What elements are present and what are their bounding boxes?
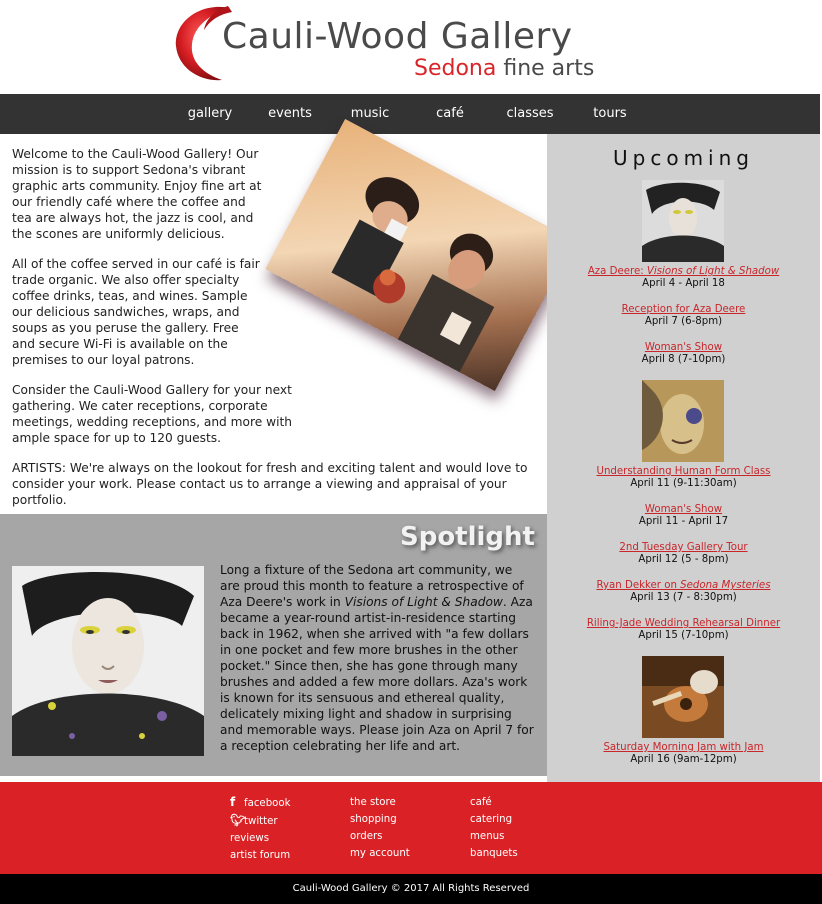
event-link-womans-show[interactable]: Woman's Show	[547, 342, 820, 354]
upcoming-sidebar: Upcoming Aza Deere: Visions of Light & S…	[547, 134, 820, 782]
nav-music[interactable]: music	[330, 106, 410, 121]
brand-subtitle: Sedona fine arts	[414, 56, 594, 81]
footer-link-store[interactable]: the store	[350, 794, 410, 811]
event-title-italic: Visions of Light & Shadow	[646, 266, 780, 277]
intro-paragraph-coffee: All of the coffee served in our café is …	[12, 257, 260, 367]
event-date: April 15 (7-10pm)	[638, 630, 729, 641]
event-title-part: Ryan Dekker on	[596, 580, 681, 591]
copyright-text: Cauli-Wood Gallery © 2017 All Rights Res…	[292, 883, 530, 894]
event-ryan-dekker: Ryan Dekker on Sedona Mysteries April 13…	[547, 580, 820, 604]
facebook-icon: f	[230, 795, 236, 809]
footer-link-catering[interactable]: catering	[470, 811, 518, 828]
event-date: April 16 (9am-12pm)	[630, 754, 737, 765]
event-date: April 4 - April 18	[642, 278, 725, 289]
site-footer: f facebook 🐦︎twitter reviews artist forum…	[0, 782, 822, 874]
event-title-italic: Sedona Mysteries	[680, 580, 771, 591]
twitter-icon: 🐦︎	[230, 813, 246, 827]
footer-link-label: twitter	[244, 816, 278, 827]
event-rehearsal-dinner: Riling-Jade Wedding Rehearsal Dinner Apr…	[547, 618, 820, 642]
footer-link-menus[interactable]: menus	[470, 828, 518, 845]
event-saturday-jam: Saturday Morning Jam with Jam April 16 (…	[547, 742, 820, 766]
event-aza-deere: Aza Deere: Visions of Light & Shadow Apr…	[547, 266, 820, 290]
spotlight-text-title: Visions of Light & Shadow	[344, 595, 503, 609]
event-title-part: Aza Deere:	[587, 266, 647, 277]
footer-link-reviews[interactable]: reviews	[230, 830, 291, 847]
intro-paragraph-welcome: Welcome to the Cauli-Wood Gallery! Our m…	[12, 147, 262, 241]
nav-cafe[interactable]: café	[410, 106, 490, 121]
event-womans-show-1: Woman's Show April 8 (7-10pm)	[547, 342, 820, 366]
footer-link-account[interactable]: my account	[350, 845, 410, 862]
event-link-aza-deere[interactable]: Aza Deere: Visions of Light & Shadow	[547, 266, 820, 278]
spotlight-description: Long a fixture of the Sedona art communi…	[220, 562, 535, 754]
footer-column-social: f facebook 🐦︎twitter reviews artist forum	[230, 794, 291, 864]
footer-column-cafe: café catering menus banquets	[470, 794, 518, 862]
footer-link-cafe[interactable]: café	[470, 794, 518, 811]
nav-classes[interactable]: classes	[490, 106, 570, 121]
upcoming-heading: Upcoming	[613, 146, 754, 170]
footer-link-label: facebook	[244, 798, 291, 809]
site-header: Cauli-Wood Gallery Sedona fine arts	[0, 0, 822, 94]
event-link-gallery-tour[interactable]: 2nd Tuesday Gallery Tour	[547, 542, 820, 554]
event-date: April 8 (7-10pm)	[641, 354, 726, 365]
event-link-saturday-jam[interactable]: Saturday Morning Jam with Jam	[547, 742, 820, 754]
event-link-ryan-dekker[interactable]: Ryan Dekker on Sedona Mysteries	[547, 580, 820, 592]
intro-paragraph-artists: ARTISTS: We're always on the lookout for…	[12, 461, 528, 507]
brand-title: Cauli-Wood Gallery	[222, 16, 573, 57]
event-gallery-tour: 2nd Tuesday Gallery Tour April 12 (5 - 8…	[547, 542, 820, 566]
nav-gallery[interactable]: gallery	[170, 106, 250, 121]
event-link-human-form[interactable]: Understanding Human Form Class	[547, 466, 820, 478]
copyright-bar: Cauli-Wood Gallery © 2017 All Rights Res…	[0, 874, 822, 904]
event-reception: Reception for Aza Deere April 7 (6-8pm)	[547, 304, 820, 328]
event-date: April 7 (6-8pm)	[644, 316, 723, 327]
event-link-reception[interactable]: Reception for Aza Deere	[547, 304, 820, 316]
event-thumbnail-jam[interactable]	[642, 656, 724, 738]
event-link-rehearsal-dinner[interactable]: Riling-Jade Wedding Rehearsal Dinner	[547, 618, 820, 630]
event-womans-show-2: Woman's Show April 11 - April 17	[547, 504, 820, 528]
brand-subtitle-rest: fine arts	[496, 56, 595, 81]
event-human-form: Understanding Human Form Class April 11 …	[547, 466, 820, 490]
footer-link-artist-forum[interactable]: artist forum	[230, 847, 291, 864]
brand-subtitle-accent: Sedona	[414, 56, 497, 81]
nav-events[interactable]: events	[250, 106, 330, 121]
footer-link-facebook[interactable]: f facebook	[230, 794, 291, 812]
event-date: April 11 - April 17	[638, 516, 729, 527]
spotlight-heading: Spotlight	[399, 522, 535, 552]
event-thumbnail-aza[interactable]	[642, 180, 724, 262]
footer-link-banquets[interactable]: banquets	[470, 845, 518, 862]
main-nav: gallery events music café classes tours	[0, 94, 822, 134]
nav-tours[interactable]: tours	[570, 106, 650, 121]
intro-paragraph-events: Consider the Cauli-Wood Gallery for your…	[12, 383, 292, 445]
footer-column-store: the store shopping orders my account	[350, 794, 410, 862]
footer-link-twitter[interactable]: 🐦︎twitter	[230, 812, 291, 830]
footer-link-shopping[interactable]: shopping	[350, 811, 410, 828]
footer-link-orders[interactable]: orders	[350, 828, 410, 845]
event-date: April 13 (7 - 8:30pm)	[630, 592, 737, 603]
spotlight-section: Spotlight Long a fixture of the Sedona a…	[0, 514, 547, 776]
event-link-womans-show-2[interactable]: Woman's Show	[547, 504, 820, 516]
event-date: April 11 (9-11:30am)	[630, 478, 737, 489]
spotlight-artwork-image[interactable]	[12, 566, 204, 756]
event-date: April 12 (5 - 8pm)	[638, 554, 729, 565]
spotlight-text-b: . Aza became a year-round artist-in-resi…	[220, 595, 534, 753]
event-thumbnail-human-form[interactable]	[642, 380, 724, 462]
